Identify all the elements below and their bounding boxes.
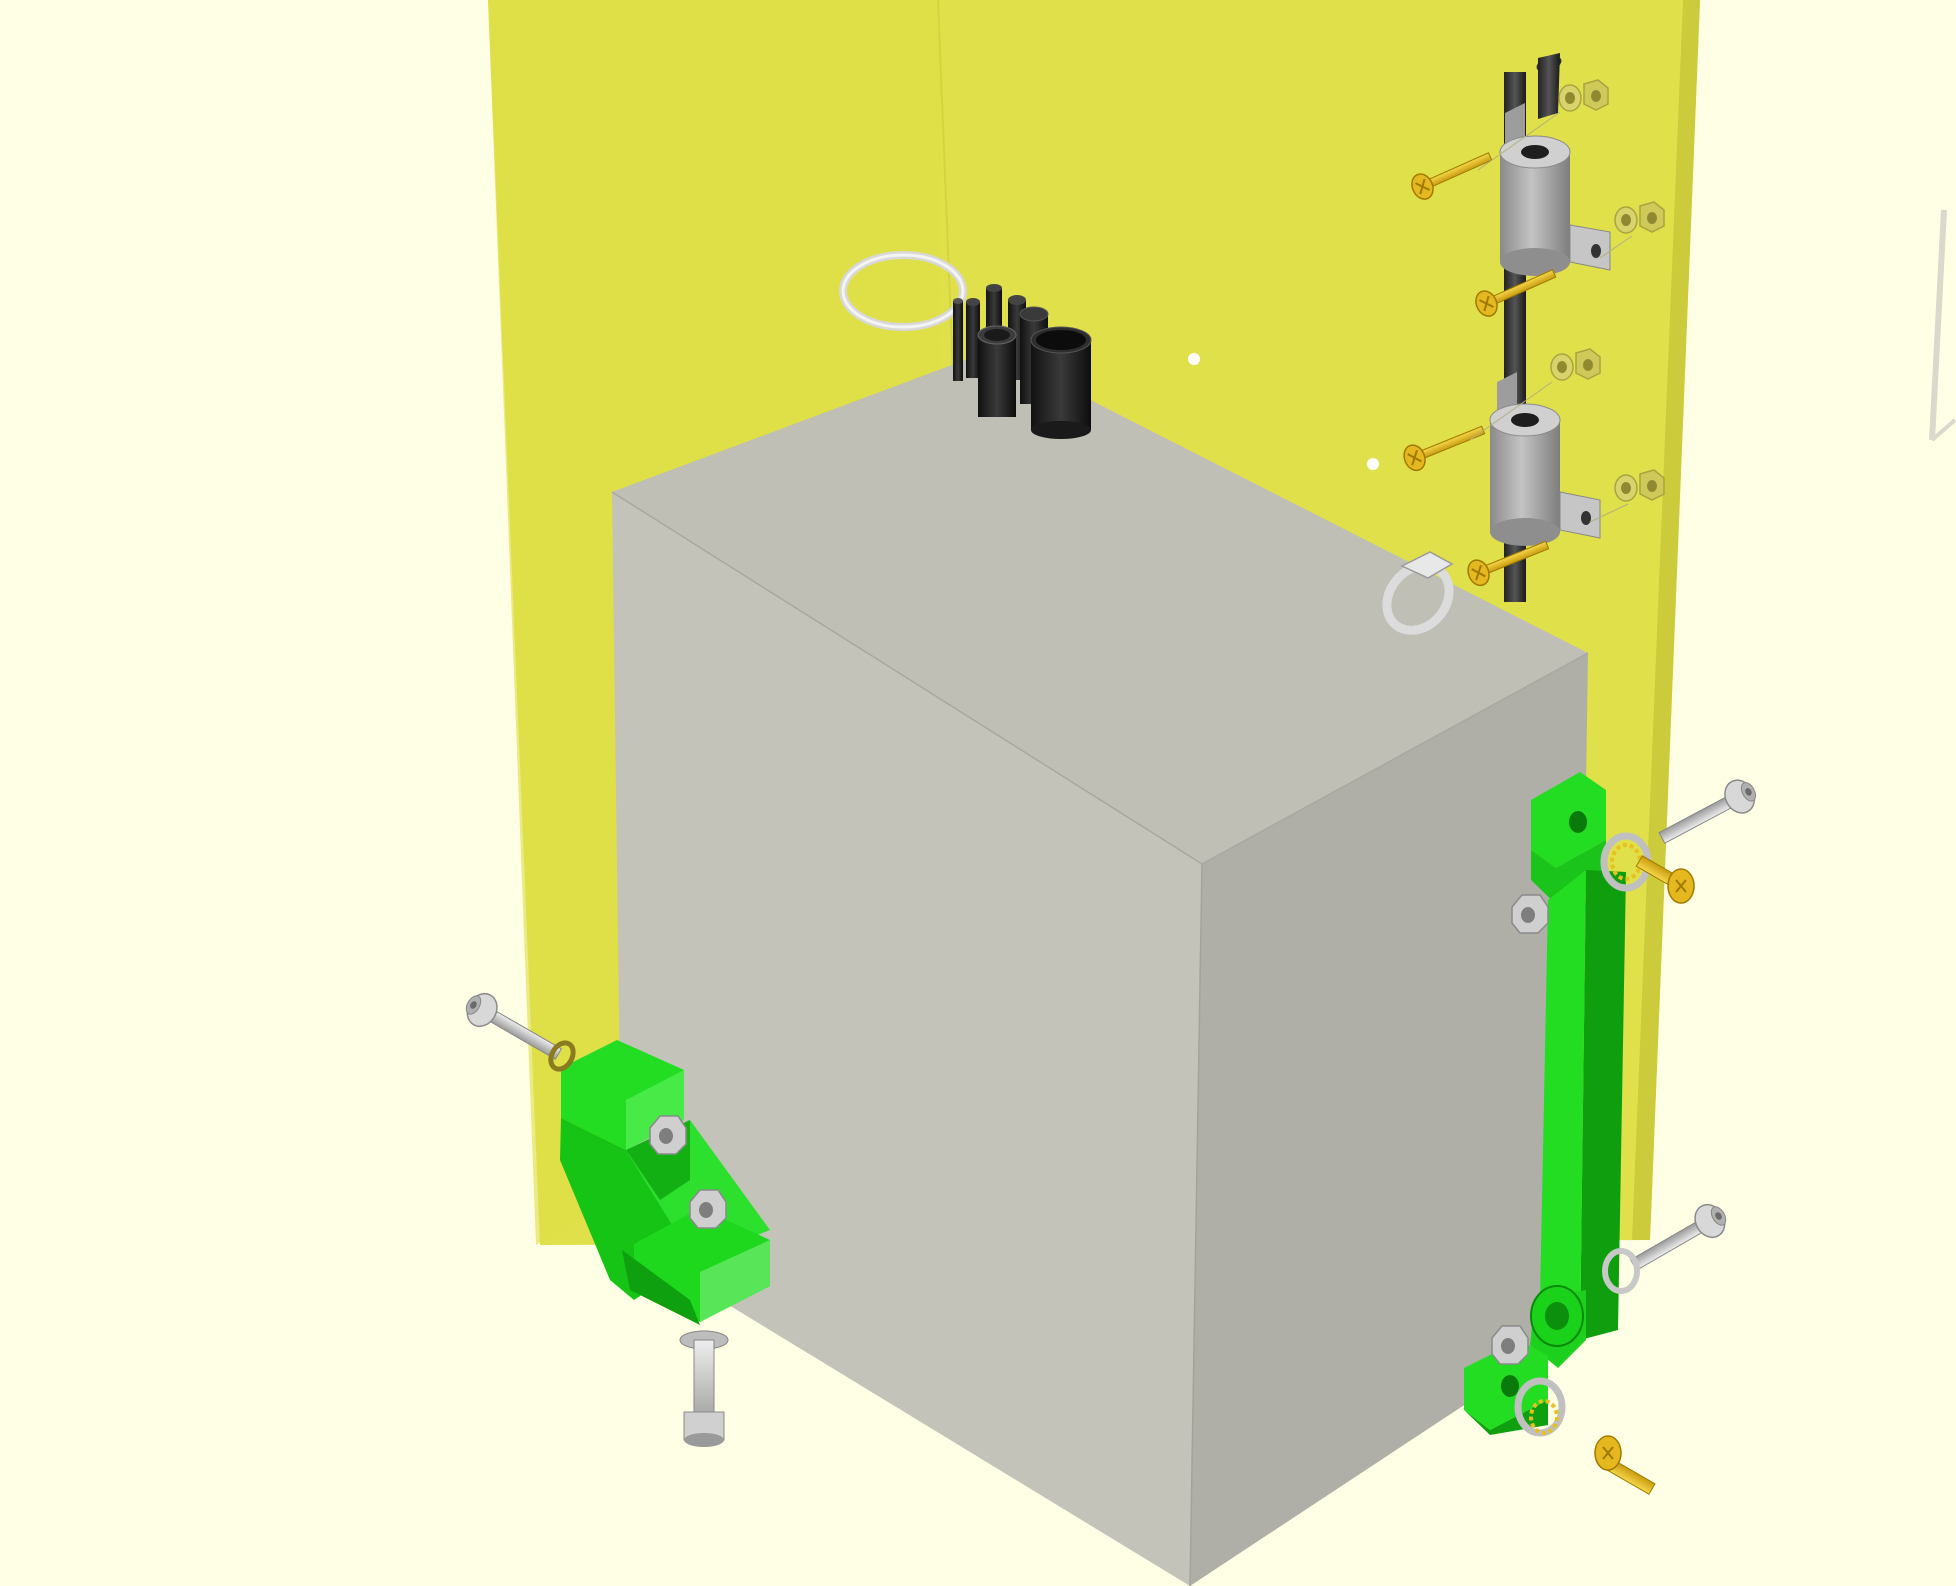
3d-viewport[interactable] bbox=[0, 0, 1956, 1586]
model-render bbox=[459, 0, 1956, 1586]
bottom-cap-screw bbox=[679, 1330, 729, 1447]
background-edge bbox=[1929, 209, 1956, 442]
